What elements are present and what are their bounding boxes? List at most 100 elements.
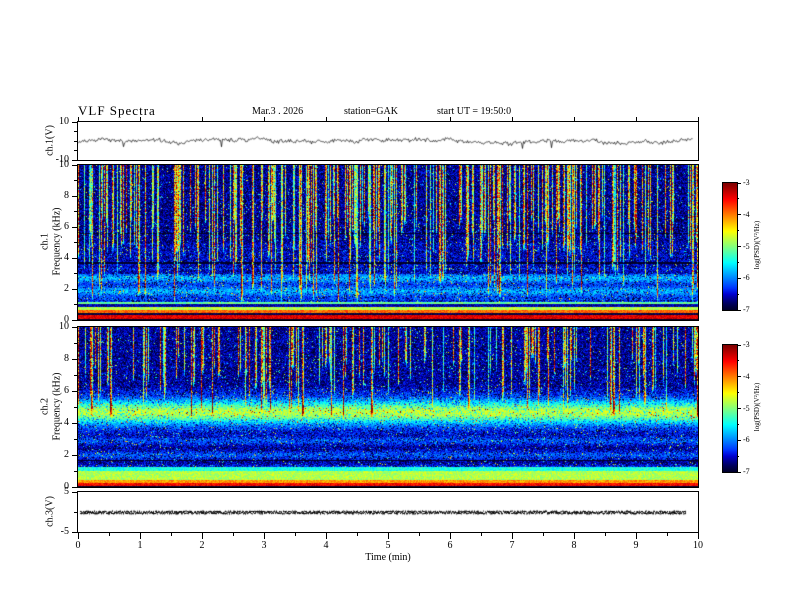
x-tick <box>573 533 575 539</box>
y-minor-tick <box>74 342 78 344</box>
y-tick-label: 8 <box>64 190 69 201</box>
y-tick <box>72 491 78 493</box>
ch1-waveform-plot <box>77 121 699 161</box>
y-tick-label: 2 <box>64 449 69 460</box>
colorbar-tick-label: -3 <box>743 340 750 349</box>
y-minor-tick <box>74 273 78 274</box>
x-tick-label: 8 <box>571 540 577 551</box>
x-tick <box>77 533 79 539</box>
colorbar-minor-tick <box>737 198 739 200</box>
y-tick <box>72 257 78 259</box>
y-tick <box>72 121 78 123</box>
x-tick <box>201 533 203 539</box>
colorbar-tick <box>737 309 741 311</box>
x-top-tick <box>697 117 699 121</box>
time-axis-title: Time (min) <box>365 552 411 563</box>
colorbar-tick <box>737 277 741 279</box>
x-minor-tick <box>604 533 606 536</box>
colorbar-ch2 <box>722 344 738 473</box>
x-top-tick <box>201 117 203 121</box>
x-top-tick <box>139 117 141 121</box>
x-minor-tick <box>666 533 668 536</box>
y-tick-label: -5 <box>60 526 69 537</box>
station-label: station=GAK <box>344 106 398 117</box>
y-tick <box>72 358 78 360</box>
y-tick <box>72 486 78 488</box>
x-tick <box>387 533 389 539</box>
x-minor-tick <box>294 533 296 536</box>
y-tick-label: 4 <box>64 252 69 263</box>
x-top-tick <box>449 117 451 121</box>
y-tick-label: 10 <box>59 116 69 127</box>
x-tick-label: 7 <box>509 540 515 551</box>
x-tick-label: 4 <box>323 540 329 551</box>
vlf-spectra-figure: VLF Spectra Mar.3 . 2026 station=GAK sta… <box>0 0 792 612</box>
y-tick-label: 6 <box>64 385 69 396</box>
y-minor-tick <box>74 211 78 212</box>
colorbar-minor-tick <box>737 360 739 362</box>
y-minor-tick <box>74 304 78 305</box>
colorbar-tick-label: -6 <box>743 435 750 445</box>
y-minor-tick <box>74 140 78 142</box>
x-top-tick <box>387 117 389 121</box>
colorbar-ch1 <box>722 182 738 311</box>
colorbar-tick <box>737 214 741 216</box>
x-tick-label: 2 <box>199 540 205 551</box>
y-minor-tick <box>74 406 78 408</box>
ch3-waveform-plot <box>77 491 699 533</box>
x-tick <box>139 533 141 539</box>
colorbar-tick-label: -4 <box>743 371 750 381</box>
y-tick <box>72 326 78 328</box>
colorbar-tick-label: -5 <box>743 241 750 251</box>
colorbar-tick-label: -4 <box>743 209 750 219</box>
colorbar-tick <box>737 344 741 346</box>
y-minor-tick <box>74 242 78 243</box>
ch1-spectrogram-plot <box>77 164 699 321</box>
x-tick-label: 0 <box>75 540 81 551</box>
start-ut-label: start UT = 19:50:0 <box>437 106 512 117</box>
x-top-tick <box>511 117 513 121</box>
x-tick-label: 10 <box>693 540 703 551</box>
x-tick-label: 1 <box>137 540 143 551</box>
y-tick-label: 10 <box>59 159 69 170</box>
colorbar-tick <box>737 182 741 184</box>
colorbar-tick <box>737 246 741 247</box>
y-tick-label: 2 <box>64 283 69 294</box>
date-label: Mar.3 . 2026 <box>252 106 304 117</box>
x-top-tick <box>77 117 79 121</box>
colorbar-minor-tick <box>737 455 739 457</box>
x-minor-tick <box>108 533 110 536</box>
y-tick-label: 6 <box>64 221 69 232</box>
colorbar-tick-label: -7 <box>743 305 750 314</box>
y-tick-label: 10 <box>59 321 69 332</box>
x-minor-tick <box>356 533 358 536</box>
y-tick-label: 5 <box>64 486 69 497</box>
x-tick <box>263 533 265 539</box>
y-tick <box>72 195 78 197</box>
x-tick <box>697 533 699 539</box>
x-tick-label: 5 <box>385 540 391 551</box>
y-minor-tick <box>74 180 78 181</box>
x-minor-tick <box>232 533 234 536</box>
x-tick-label: 9 <box>633 540 639 551</box>
ch2-spectrogram-plot <box>77 326 699 488</box>
x-tick-label: 6 <box>447 540 453 551</box>
y-minor-tick <box>74 470 78 472</box>
colorbar-tick <box>737 408 741 409</box>
y-minor-tick <box>74 131 78 132</box>
x-minor-tick <box>480 533 482 536</box>
x-tick <box>511 533 513 539</box>
x-top-tick <box>635 117 637 121</box>
y-tick <box>72 226 78 228</box>
y-minor-tick <box>74 438 78 440</box>
x-tick-label: 3 <box>261 540 267 551</box>
colorbar-tick <box>737 439 741 441</box>
y-minor-tick <box>74 511 78 513</box>
x-top-tick <box>573 117 575 121</box>
colorbar-tick-label: -7 <box>743 467 750 476</box>
colorbar-tick-label: -3 <box>743 178 750 187</box>
plot-title: VLF Spectra <box>78 103 156 118</box>
colorbar-tick-label: -5 <box>743 403 750 413</box>
x-top-tick <box>325 117 327 121</box>
y-tick-label: 8 <box>64 353 69 364</box>
